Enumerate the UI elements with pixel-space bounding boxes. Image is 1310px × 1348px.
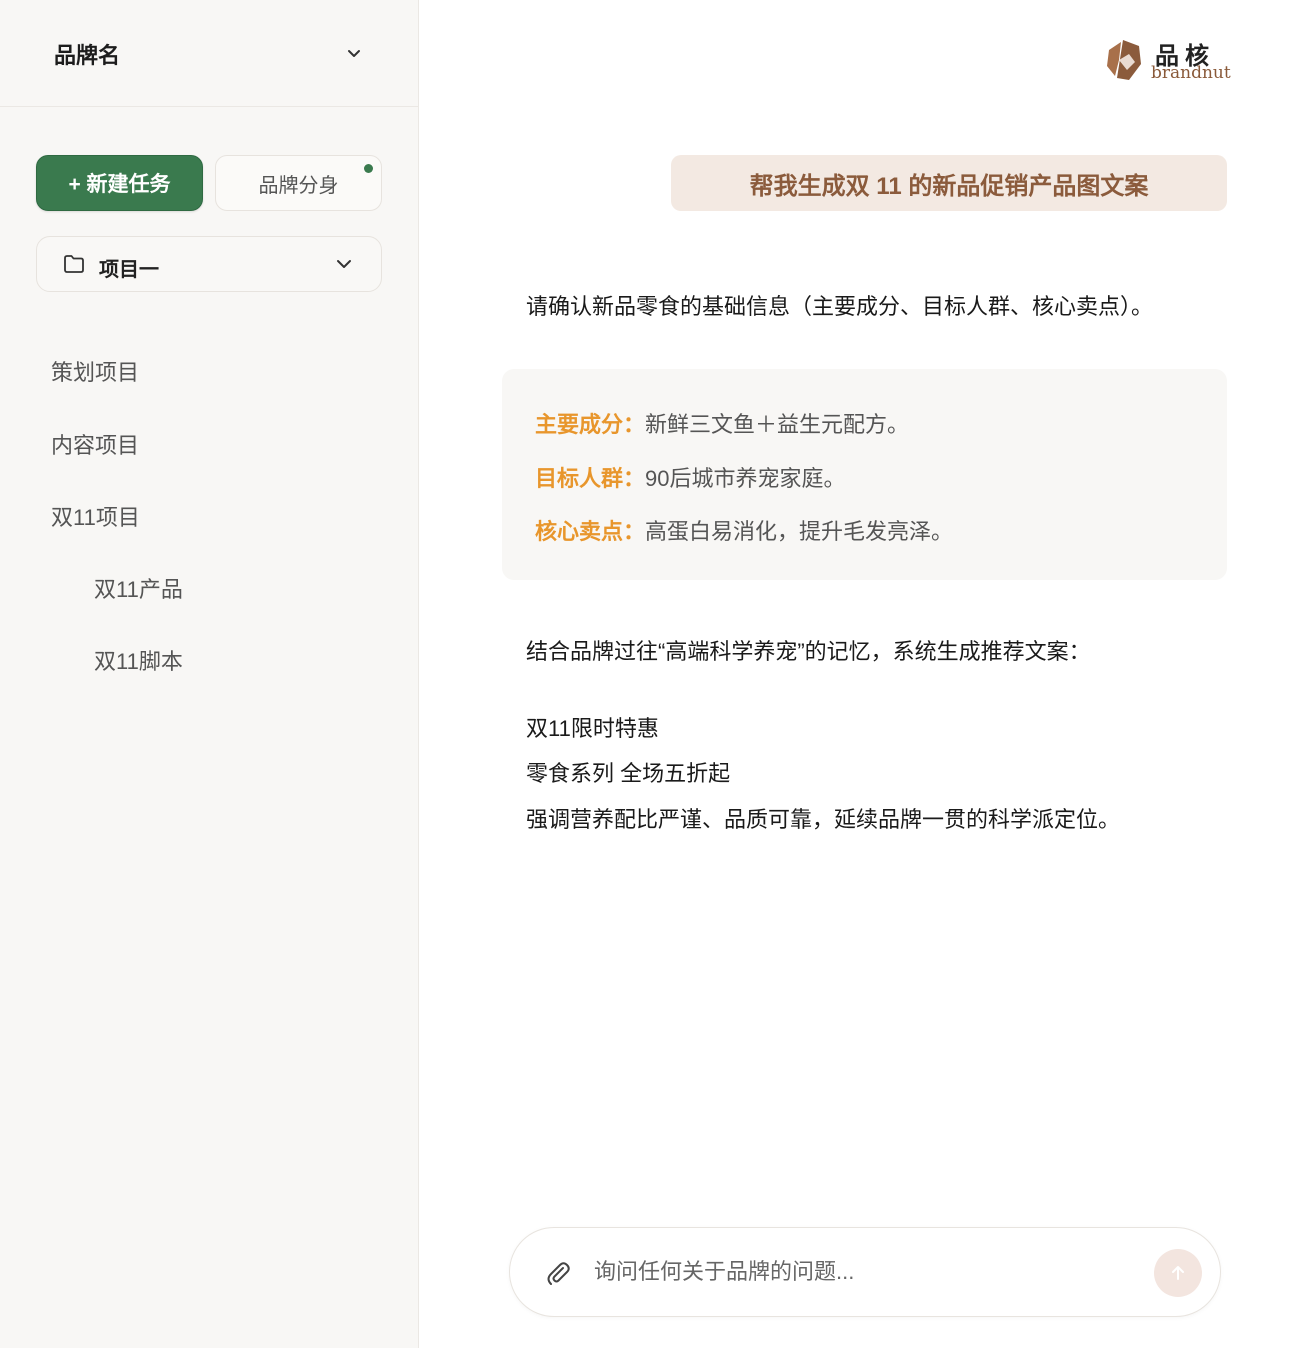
copy-line: 双11限时特惠 bbox=[526, 716, 659, 741]
sidebar-item-double11[interactable]: 双11项目 bbox=[51, 500, 140, 532]
brand-switcher[interactable]: 品牌名 bbox=[0, 0, 418, 107]
arrow-up-icon bbox=[1172, 1266, 1184, 1280]
main-panel: 品核 brandnut 帮我生成双 11 的新品促销产品图文案 请确认新品零食的… bbox=[419, 0, 1310, 1348]
info-row: 主要成分：新鲜三文鱼＋益生元配方。 bbox=[535, 407, 909, 439]
brand-name: 品牌名 bbox=[54, 43, 121, 68]
chat-input[interactable] bbox=[594, 1250, 1134, 1294]
info-value: 高蛋白易消化，提升毛发亮泽。 bbox=[645, 519, 954, 544]
app: 品牌名 + 新建任务 品牌分身 项目一 策划项目 内容项目 双11项目 双11产… bbox=[0, 0, 1310, 1348]
copy-line: 零食系列 全场五折起 bbox=[526, 761, 731, 786]
info-card: 主要成分：新鲜三文鱼＋益生元配方。 目标人群：90后城市养宠家庭。 核心卖点：高… bbox=[502, 369, 1227, 580]
paperclip-icon[interactable] bbox=[544, 1259, 572, 1287]
info-row: 目标人群：90后城市养宠家庭。 bbox=[535, 461, 846, 493]
info-value: 90后城市养宠家庭。 bbox=[645, 466, 846, 491]
reply-memory: 结合品牌过往“高端科学养宠”的记忆，系统生成推荐文案： bbox=[526, 639, 1091, 664]
send-button[interactable] bbox=[1154, 1249, 1202, 1297]
info-key: 目标人群： bbox=[535, 466, 646, 491]
info-row: 核心卖点：高蛋白易消化，提升毛发亮泽。 bbox=[535, 514, 953, 546]
info-key: 核心卖点： bbox=[535, 519, 646, 544]
sidebar-item-content[interactable]: 内容项目 bbox=[51, 428, 139, 460]
project-select-value: 项目一 bbox=[99, 259, 159, 281]
chevron-down-icon bbox=[337, 260, 351, 268]
logo: 品核 brandnut bbox=[1105, 36, 1235, 88]
sidebar-item-planning[interactable]: 策划项目 bbox=[51, 355, 139, 387]
project-select[interactable]: 项目一 bbox=[36, 236, 382, 292]
copy-line: 强调营养配比严谨、品质可靠，延续品牌一贯的科学派定位。 bbox=[526, 807, 1121, 832]
sidebar-item-double11-script[interactable]: 双11脚本 bbox=[94, 644, 183, 676]
nut-logo-icon bbox=[1107, 40, 1141, 80]
new-task-button[interactable]: + 新建任务 bbox=[36, 155, 203, 211]
folder-icon bbox=[64, 255, 84, 273]
chevron-down-icon bbox=[348, 50, 360, 57]
chat-input-bar bbox=[509, 1227, 1221, 1317]
reply-intro: 请确认新品零食的基础信息（主要成分、目标人群、核心卖点）。 bbox=[526, 294, 1154, 319]
logo-english: brandnut bbox=[1151, 63, 1231, 83]
user-message: 帮我生成双 11 的新品促销产品图文案 bbox=[671, 155, 1227, 211]
status-dot bbox=[364, 164, 373, 173]
info-value: 新鲜三文鱼＋益生元配方。 bbox=[645, 412, 910, 437]
brand-avatar-label: 品牌分身 bbox=[258, 174, 339, 197]
sidebar: 品牌名 + 新建任务 品牌分身 项目一 策划项目 内容项目 双11项目 双11产… bbox=[0, 0, 419, 1348]
sidebar-item-double11-product[interactable]: 双11产品 bbox=[94, 572, 183, 604]
info-key: 主要成分： bbox=[535, 412, 646, 437]
brand-avatar-button[interactable]: 品牌分身 bbox=[215, 155, 382, 211]
